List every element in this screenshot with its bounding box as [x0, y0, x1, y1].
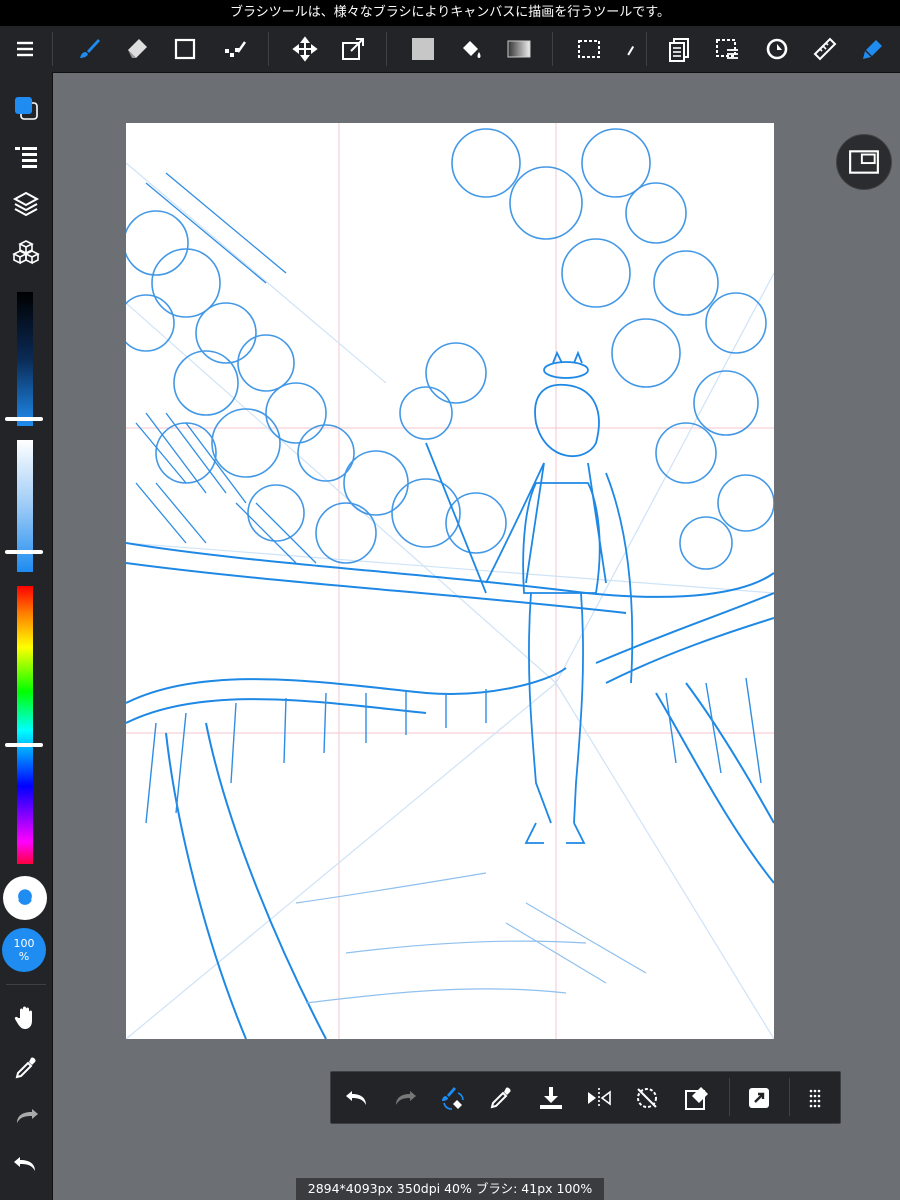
- brightness-slider-handle[interactable]: [5, 417, 43, 421]
- materials-button[interactable]: [6, 232, 46, 272]
- transform-tool-icon: [342, 38, 364, 60]
- more-grid-icon: [809, 1089, 821, 1108]
- undo-button[interactable]: [337, 1078, 377, 1118]
- menu-icon: [17, 41, 33, 57]
- undo-icon: [346, 1091, 366, 1105]
- quick-access-bar: [330, 1071, 841, 1124]
- download-icon: [540, 1087, 562, 1109]
- sidebar-divider: [6, 984, 46, 985]
- text-tool-icon: [863, 40, 882, 59]
- transform-tool-button[interactable]: [334, 30, 372, 68]
- share-button[interactable]: [739, 1078, 779, 1118]
- eraser-tool-button[interactable]: [118, 30, 156, 68]
- layers-button[interactable]: [6, 184, 46, 224]
- text-tool-button[interactable]: [854, 30, 892, 68]
- brush-eraser-switch-button[interactable]: [433, 1078, 473, 1118]
- gradient-tool-button[interactable]: [500, 30, 538, 68]
- gradient-tool-icon: [507, 40, 531, 58]
- toolbar-divider: [386, 32, 387, 66]
- flip-horizontal-button[interactable]: [579, 1078, 619, 1118]
- brush-list-button[interactable]: [6, 136, 46, 176]
- redo-icon: [396, 1091, 416, 1105]
- snap-icon: [766, 38, 788, 60]
- fill-color-button[interactable]: [404, 30, 442, 68]
- eyedropper-side-button[interactable]: [6, 1048, 46, 1088]
- select-tool-icon: [578, 40, 600, 58]
- eyedropper-icon: [490, 1087, 511, 1109]
- color-swatch-icon: [15, 97, 38, 120]
- flip-horizontal-icon: [588, 1088, 611, 1108]
- list-icon: [15, 147, 37, 168]
- bucket-tool-icon: [463, 41, 481, 58]
- save-button[interactable]: [531, 1078, 571, 1118]
- brush-opacity-button[interactable]: 100 %: [2, 928, 46, 972]
- brush-switch-icon: [442, 1087, 464, 1110]
- hand-tool-button[interactable]: [6, 998, 46, 1038]
- clear-layer-icon: [685, 1087, 708, 1110]
- quick-bar-divider: [729, 1078, 730, 1116]
- share-icon: [749, 1088, 769, 1108]
- toolbar-divider: [268, 32, 269, 66]
- brightness-slider[interactable]: [17, 292, 33, 426]
- brush-tool-button[interactable]: [70, 30, 108, 68]
- brush-size-button[interactable]: [3, 876, 47, 920]
- menu-button[interactable]: [6, 30, 44, 68]
- bucket-tool-button[interactable]: [452, 30, 490, 68]
- toolbar-divider: [52, 32, 53, 66]
- eraser-tool-icon: [128, 39, 147, 58]
- toolbar-divider: [552, 32, 553, 66]
- color-picker-button[interactable]: [6, 88, 46, 128]
- brush-preview-icon: [18, 889, 32, 905]
- eyedropper-button[interactable]: [481, 1078, 521, 1118]
- left-sidebar: 100 %: [0, 72, 53, 1200]
- fill-color-icon: [412, 38, 434, 60]
- more-button[interactable]: [795, 1078, 835, 1118]
- snap-button[interactable]: [758, 30, 796, 68]
- sketch-drawing: [126, 123, 774, 1039]
- move-tool-button[interactable]: [286, 30, 324, 68]
- drawing-canvas[interactable]: [126, 123, 774, 1039]
- ruler-button[interactable]: [806, 30, 844, 68]
- object-tool-button[interactable]: [166, 30, 204, 68]
- ruler-icon: [813, 37, 837, 61]
- move-tool-icon: [292, 36, 318, 62]
- copy-tool-icon: [669, 38, 689, 62]
- brush-tool-icon: [80, 39, 100, 58]
- navigator-button[interactable]: [836, 134, 892, 190]
- eyedropper-icon: [15, 1057, 36, 1079]
- object-tool-icon: [174, 38, 196, 60]
- hue-slider[interactable]: [17, 586, 33, 864]
- redo-button[interactable]: [385, 1078, 425, 1118]
- clear-layer-button[interactable]: [677, 1078, 717, 1118]
- undo-side-button[interactable]: [6, 1144, 46, 1184]
- navigator-icon: [849, 150, 879, 174]
- canvas-status-bar: 2894*4093px 350dpi 40% ブラシ: 41px 100%: [296, 1178, 604, 1200]
- layers-icon: [12, 191, 40, 217]
- hand-icon: [14, 1006, 32, 1029]
- top-toolbar: [0, 26, 900, 73]
- tool-tooltip: ブラシツールは、様々なブラシによりキャンバスに描画を行うツールです。: [0, 0, 900, 26]
- materials-icon: [12, 240, 40, 265]
- rotation-reset-icon: [637, 1088, 657, 1108]
- select-tool-button[interactable]: [570, 30, 608, 68]
- saturation-slider-handle[interactable]: [5, 550, 43, 554]
- redo-side-button[interactable]: [6, 1096, 46, 1136]
- lasso-tool-button[interactable]: [618, 30, 640, 68]
- undo-icon: [14, 1157, 35, 1171]
- selection-menu-button[interactable]: [708, 30, 746, 68]
- hue-slider-handle[interactable]: [5, 743, 43, 747]
- quick-bar-divider: [789, 1078, 790, 1116]
- copy-tool-button[interactable]: [660, 30, 698, 68]
- filter-tool-icon: [225, 41, 246, 57]
- rotation-reset-button[interactable]: [627, 1078, 667, 1118]
- redo-icon: [17, 1109, 38, 1123]
- selection-menu-icon: [716, 39, 738, 59]
- toolbar-divider: [646, 32, 647, 66]
- filter-tool-button[interactable]: [216, 30, 254, 68]
- lasso-tool-icon: [627, 45, 635, 56]
